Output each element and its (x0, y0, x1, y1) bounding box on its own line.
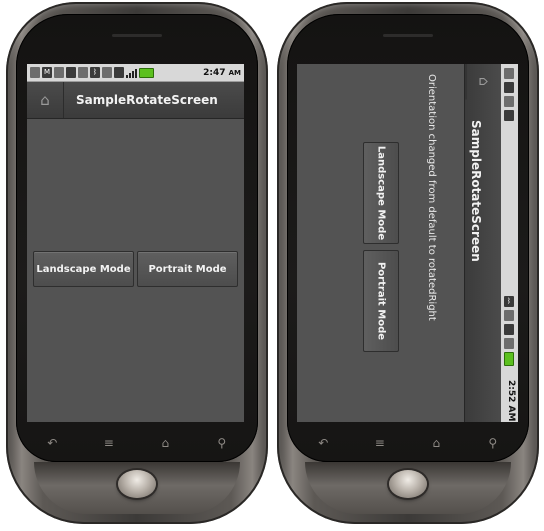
menu-icon[interactable]: ≡ (99, 436, 119, 450)
screen-rotated: ᛒ 2:52 AM ⌂ SampleRotateScreen Orientati… (297, 64, 518, 422)
status-icons-top (504, 68, 514, 121)
signal-icon (504, 338, 514, 349)
title-bar: ⌂ SampleRotateScreen (27, 82, 244, 119)
android-icon (504, 110, 514, 121)
camera-icon (504, 82, 514, 93)
screen-portrait: M ᛒ 2:47 AM ⌂ SampleRotateScreen Landsca… (27, 64, 244, 422)
battery-icon (139, 67, 154, 78)
landscape-mode-label: Landscape Mode (375, 145, 387, 241)
status-time: 2:47 AM (203, 67, 241, 78)
status-icons-bottom: ᛒ (504, 296, 514, 366)
gmail-icon: M (42, 67, 52, 78)
camera-icon (54, 67, 64, 78)
bluetooth-icon: ᛒ (90, 67, 100, 78)
landscape-mode-button[interactable]: Landscape Mode (33, 251, 134, 287)
back-icon[interactable]: ↶ (42, 436, 62, 450)
portrait-mode-button[interactable]: Portrait Mode (137, 251, 238, 287)
network-3g-icon (504, 324, 514, 335)
vibrate-icon (102, 67, 112, 78)
android-icon (66, 67, 76, 78)
sd-card-icon (30, 67, 40, 78)
app-title: SampleRotateScreen (469, 120, 483, 262)
usb-icon (78, 67, 88, 78)
home-icon[interactable]: ⌂ (426, 436, 446, 450)
home-icon[interactable]: ⌂ (465, 64, 501, 100)
button-row: Landscape Mode Portrait Mode (33, 251, 238, 287)
signal-icon (126, 68, 137, 78)
network-3g-icon (114, 67, 124, 78)
search-icon[interactable]: ⚲ (212, 436, 232, 450)
status-bar: M ᛒ 2:47 AM (27, 64, 244, 82)
portrait-mode-button[interactable]: Portrait Mode (363, 250, 399, 352)
home-icon[interactable]: ⌂ (155, 436, 175, 450)
bluetooth-icon: ᛒ (504, 296, 514, 307)
menu-icon[interactable]: ≡ (370, 436, 390, 450)
landscape-mode-button[interactable]: Landscape Mode (363, 142, 399, 244)
usb-icon (504, 96, 514, 107)
back-icon[interactable]: ↶ (313, 436, 333, 450)
hardware-nav-keys: ↶ ≡ ⌂ ⚲ (24, 434, 250, 452)
vibrate-icon (504, 310, 514, 321)
hardware-nav-keys: ↶ ≡ ⌂ ⚲ (295, 434, 521, 452)
trackball[interactable] (118, 470, 156, 498)
earpiece-speaker (112, 34, 162, 37)
title-bar: ⌂ SampleRotateScreen (464, 64, 501, 422)
status-time: 2:52 AM (506, 380, 516, 422)
battery-icon (504, 352, 514, 366)
trackball[interactable] (389, 470, 427, 498)
sd-card-icon (504, 68, 514, 79)
search-icon[interactable]: ⚲ (483, 436, 503, 450)
orientation-message: Orientation changed from default to rota… (426, 74, 437, 321)
app-title: SampleRotateScreen (76, 93, 218, 107)
portrait-mode-label: Portrait Mode (375, 261, 387, 341)
home-icon[interactable]: ⌂ (27, 82, 64, 118)
status-bar: ᛒ 2:52 AM (500, 64, 518, 422)
earpiece-speaker (383, 34, 433, 37)
